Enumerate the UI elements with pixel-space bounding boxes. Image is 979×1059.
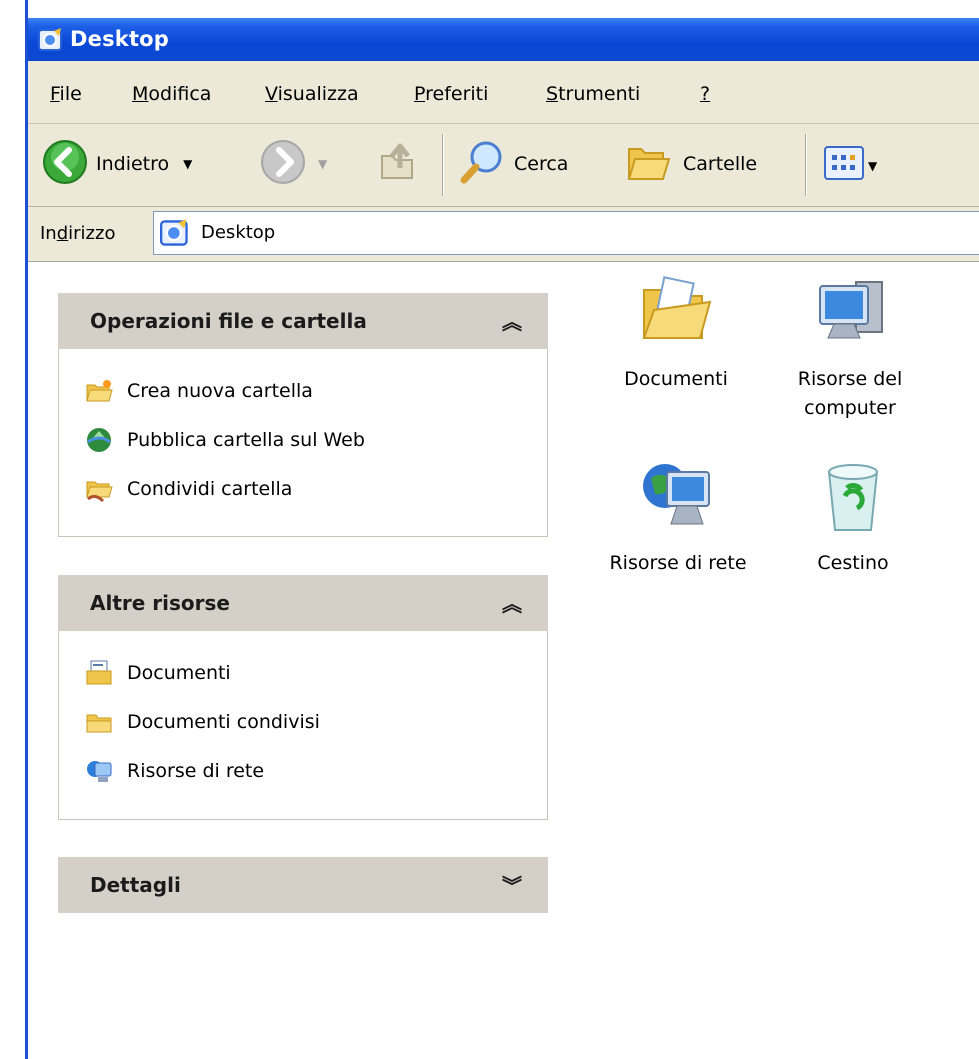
task-label: Condividi cartella [127, 478, 293, 500]
place-label: Risorse di rete [127, 760, 265, 782]
place-label: Documenti [127, 662, 231, 684]
menu-visualizza[interactable]: Visualizza [265, 83, 359, 105]
search-button[interactable]: Cerca [458, 138, 568, 190]
menu-preferiti[interactable]: Preferiti [414, 83, 488, 105]
task-label: Crea nuova cartella [127, 380, 313, 402]
place-documents[interactable]: Documenti [85, 657, 231, 689]
forward-button[interactable]: ▼ [260, 138, 327, 190]
file-tasks-title: Operazioni file e cartella [90, 309, 367, 333]
share-folder-icon [85, 475, 113, 503]
place-network[interactable]: Risorse di rete [85, 755, 264, 787]
documents-folder-icon [638, 276, 714, 353]
address-desktop-icon [160, 218, 190, 253]
back-label: Indietro [96, 153, 170, 175]
details-header[interactable]: Dettagli ︾ [58, 857, 548, 913]
publish-web-icon [85, 426, 113, 454]
forward-dropdown-icon[interactable]: ▼ [318, 157, 327, 171]
item-label: Risorse di rete [609, 552, 747, 574]
address-value: Desktop [201, 222, 276, 243]
window-title: Desktop [70, 27, 170, 51]
back-dropdown-icon[interactable]: ▼ [183, 157, 192, 171]
views-button[interactable]: ▼ [824, 146, 877, 185]
other-places-title: Altre risorse [90, 591, 230, 615]
explorer-window: Desktop File Modifica Visualizza Preferi… [25, 0, 979, 1059]
collapse-icon[interactable]: ︽ [502, 306, 522, 335]
item-label: Risorse del [797, 368, 903, 390]
file-tasks-body: Crea nuova cartella Pubblica cartella su… [58, 349, 548, 537]
item-label: Cestino [817, 552, 889, 574]
task-share-folder[interactable]: Condividi cartella [85, 473, 292, 505]
address-bar: Indirizzo Desktop [28, 207, 979, 262]
back-button[interactable]: Indietro ▼ [42, 138, 192, 190]
folders-label: Cartelle [683, 153, 758, 175]
details-title: Dettagli [90, 873, 181, 897]
address-input[interactable]: Desktop [153, 211, 979, 255]
forward-arrow-icon [260, 139, 306, 190]
place-label: Documenti condivisi [127, 711, 320, 733]
content-area: Operazioni file e cartella ︽ Crea nuova … [28, 262, 979, 1059]
my-computer-icon [812, 281, 888, 353]
expand-icon[interactable]: ︾ [502, 870, 522, 899]
back-arrow-icon [42, 139, 88, 190]
desktop-icon [38, 27, 64, 58]
new-folder-icon [85, 377, 113, 405]
folders-icon [625, 139, 673, 190]
up-folder-button[interactable] [376, 138, 422, 189]
file-tasks-header[interactable]: Operazioni file e cartella ︽ [58, 293, 548, 349]
item-label-2: computer [804, 397, 896, 419]
task-publish-web[interactable]: Pubblica cartella sul Web [85, 424, 365, 456]
item-label: Documenti [624, 368, 728, 390]
shared-folder-icon [85, 708, 113, 736]
task-new-folder[interactable]: Crea nuova cartella [85, 375, 313, 407]
menu-bar: File Modifica Visualizza Preferiti Strum… [28, 61, 979, 124]
other-places-panel: Altre risorse ︽ Documenti Documenti cond… [58, 575, 548, 820]
network-icon [637, 464, 719, 543]
file-tasks-panel: Operazioni file e cartella ︽ Crea nuova … [58, 293, 548, 537]
item-risorse-rete[interactable]: Risorse di rete [597, 456, 759, 578]
title-bar[interactable]: Desktop [28, 18, 979, 61]
menu-help[interactable]: ? [700, 83, 710, 105]
network-places-icon [85, 757, 113, 785]
documents-icon [85, 659, 113, 687]
menu-file[interactable]: File [50, 83, 82, 105]
details-panel: Dettagli ︾ [58, 857, 548, 913]
item-risorse-computer[interactable]: Risorse del computer [775, 272, 925, 423]
place-shared-documents[interactable]: Documenti condivisi [85, 706, 320, 738]
folders-button[interactable]: Cartelle [625, 138, 757, 190]
other-places-header[interactable]: Altre risorse ︽ [58, 575, 548, 631]
collapse-icon[interactable]: ︽ [502, 588, 522, 617]
address-label: Indirizzo [40, 223, 116, 244]
search-icon [458, 138, 506, 191]
views-dropdown-icon[interactable]: ▼ [868, 159, 877, 173]
up-folder-icon [376, 143, 422, 189]
menu-modifica[interactable]: Modifica [132, 83, 211, 105]
task-label: Pubblica cartella sul Web [127, 429, 365, 451]
menu-strumenti[interactable]: Strumenti [546, 83, 640, 105]
recycle-bin-icon [817, 464, 889, 543]
other-places-body: Documenti Documenti condivisi Risorse di… [58, 631, 548, 820]
item-documenti[interactable]: Documenti [601, 272, 751, 394]
toolbar: Indietro ▼ ▼ Cerca Cartelle ▼ [28, 124, 979, 208]
item-cestino[interactable]: Cestino [798, 456, 908, 578]
search-label: Cerca [514, 153, 569, 175]
views-icon [824, 146, 864, 185]
